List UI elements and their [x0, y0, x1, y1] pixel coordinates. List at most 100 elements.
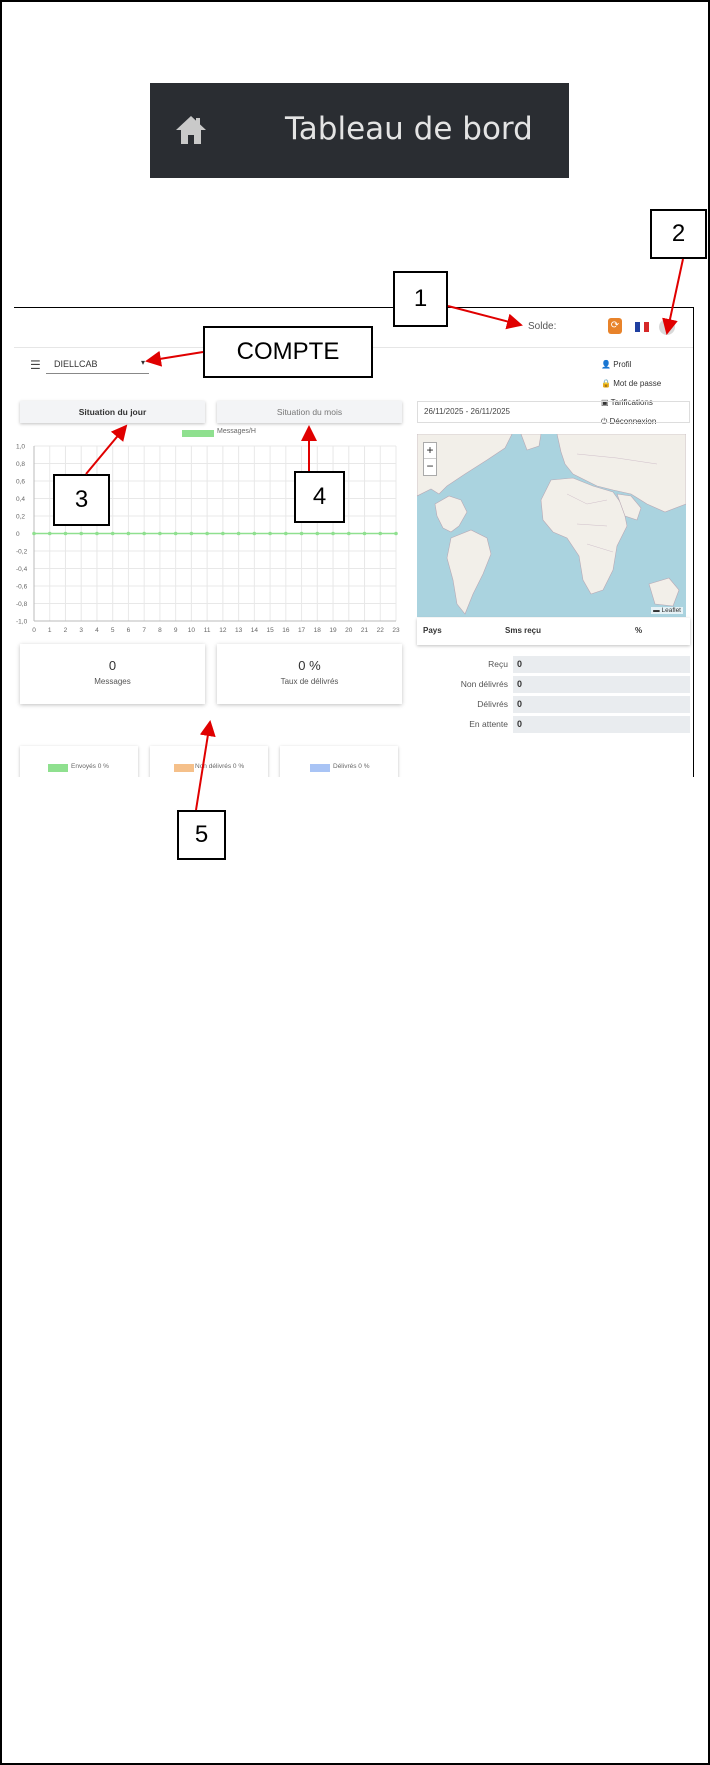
summary-value: 0	[517, 699, 523, 709]
chart-point	[394, 531, 398, 536]
delivered-legend-card: Délivrés 0 %	[280, 746, 398, 777]
delivery-rate-value: 0 %	[298, 658, 321, 673]
chart-x-tick-label: 4	[95, 627, 99, 634]
chart-x-tick-label: 11	[204, 627, 211, 634]
summary-row-received: Reçu 0	[417, 656, 690, 674]
chart-x-tick-label: 5	[111, 627, 115, 634]
dashboard-banner: Tableau de bord	[150, 83, 569, 178]
summary-row-pending: En attente 0	[417, 716, 690, 734]
chevron-down-icon: ▾	[140, 358, 145, 367]
chart-y-tick-label: -0,2	[16, 549, 28, 556]
messages-per-hour-chart: 0 1 2 3 4 5 6 7 8 9 10 11 12 13 14 15 16 17 18 19 20 21 22 231,…	[16, 444, 400, 635]
summary-value: 0	[517, 719, 523, 729]
chart-y-tick-label: 0,6	[16, 479, 25, 486]
messages-value: 0	[108, 658, 117, 673]
chart-point	[32, 531, 36, 536]
summary-label: Reçu	[488, 659, 508, 669]
callout-4: 4	[294, 471, 345, 523]
hamburger-icon[interactable]: ☰	[30, 358, 41, 372]
chart-point	[236, 531, 241, 536]
sent-legend-label: Envoyés 0 %	[71, 763, 109, 770]
tab-month-situation[interactable]: Situation du mois	[217, 401, 402, 423]
sent-swatch	[48, 764, 68, 772]
chart-point	[205, 531, 209, 536]
chart-y-tick-label: -0,6	[16, 584, 28, 591]
chart-point	[346, 531, 351, 536]
delivered-legend-label: Délivrés 0 %	[333, 763, 370, 770]
chart-point	[362, 531, 367, 536]
messages-label: Messages	[94, 677, 131, 686]
world-map[interactable]: + − ▬ Leaflet	[417, 434, 686, 617]
banner-title: Tableau de bord	[285, 111, 533, 147]
chart-x-tick-label: 6	[127, 627, 131, 634]
chart-point	[110, 531, 115, 536]
chart-point	[142, 531, 146, 536]
chart-y-tick-label: 0	[16, 531, 20, 538]
chart-x-tick-label: 16	[282, 627, 290, 634]
undelivered-legend-label: Non délivrés 0 %	[195, 763, 245, 770]
chart-point	[95, 531, 99, 536]
undelivered-swatch	[174, 764, 194, 772]
chart-y-tick-label: -1,0	[16, 619, 28, 626]
chart-point	[284, 531, 288, 536]
chart-point	[315, 531, 320, 536]
map-land	[417, 434, 686, 615]
delivery-rate-label: Taux de délivrés	[280, 677, 339, 686]
summary-bar: 0	[513, 676, 690, 693]
tab-day-situation[interactable]: Situation du jour	[20, 401, 205, 423]
refresh-icon[interactable]: ⟳	[608, 318, 622, 334]
chart-point	[158, 531, 162, 536]
col-percent: %	[635, 626, 643, 635]
chart-x-tick-label: 7	[142, 627, 146, 634]
chart-point	[252, 531, 257, 536]
summary-bar: 0	[513, 656, 690, 673]
balance-label: Solde:	[528, 321, 557, 332]
zoom-out-button[interactable]: −	[424, 459, 436, 475]
date-range-input[interactable]: 26/11/2025 - 26/11/2025	[417, 401, 690, 423]
account-select[interactable]: DIELLCAB ▾	[46, 354, 149, 374]
sent-legend-card: Envoyés 0 %	[20, 746, 138, 777]
summary-row-delivered: Délivrés 0	[417, 696, 690, 714]
document-frame	[0, 0, 710, 1765]
zoom-in-button[interactable]: +	[424, 443, 436, 459]
chart-x-tick-label: 9	[174, 627, 178, 634]
chart-point	[173, 531, 178, 536]
callout-compte: COMPTE	[203, 326, 373, 378]
menu-item-profile[interactable]: 👤 Profil	[601, 355, 691, 374]
callout-3: 3	[53, 474, 110, 526]
chart-y-tick-label: -0,4	[16, 566, 28, 573]
col-sms-received: Sms reçu	[505, 626, 542, 635]
chart-x-tick-label: 18	[314, 627, 322, 634]
summary-row-undelivered: Non délivrés 0	[417, 676, 690, 694]
chart-x-tick-label: 1	[48, 627, 52, 634]
chart-x-tick-label: 20	[345, 627, 353, 634]
menu-item-password[interactable]: 🔒 Mot de passe	[601, 374, 691, 393]
chart-point	[221, 531, 225, 536]
chart-x-tick-label: 3	[79, 627, 83, 634]
summary-label: Délivrés	[477, 699, 508, 709]
chart-point	[126, 531, 131, 536]
summary-bar: 0	[513, 716, 690, 733]
chart-point	[331, 531, 335, 536]
home-icon[interactable]	[174, 113, 208, 147]
chart-point	[299, 531, 304, 536]
user-icon[interactable]: ●	[659, 319, 675, 335]
chart-x-tick-label: 17	[298, 627, 306, 634]
chart-x-tick-label: 15	[266, 627, 274, 634]
account-select-value: DIELLCAB	[54, 358, 98, 369]
chart-x-tick-label: 22	[377, 627, 385, 634]
chart-point	[79, 531, 84, 536]
col-country: Pays	[423, 626, 442, 635]
undelivered-legend-card: Non délivrés 0 %	[150, 746, 268, 777]
chart-point	[268, 531, 272, 536]
summary-label: En attente	[469, 719, 508, 729]
summary-label: Non délivrés	[460, 679, 508, 689]
chart-point	[378, 531, 383, 536]
chart-x-tick-label: 2	[64, 627, 68, 634]
delivery-rate-card: 0 % Taux de délivrés	[217, 644, 402, 704]
french-flag-icon[interactable]	[635, 322, 650, 332]
callout-2: 2	[650, 209, 707, 259]
map-attribution[interactable]: ▬ Leaflet	[651, 607, 683, 614]
chart-x-tick-label: 10	[188, 627, 196, 634]
delivered-swatch	[310, 764, 330, 772]
